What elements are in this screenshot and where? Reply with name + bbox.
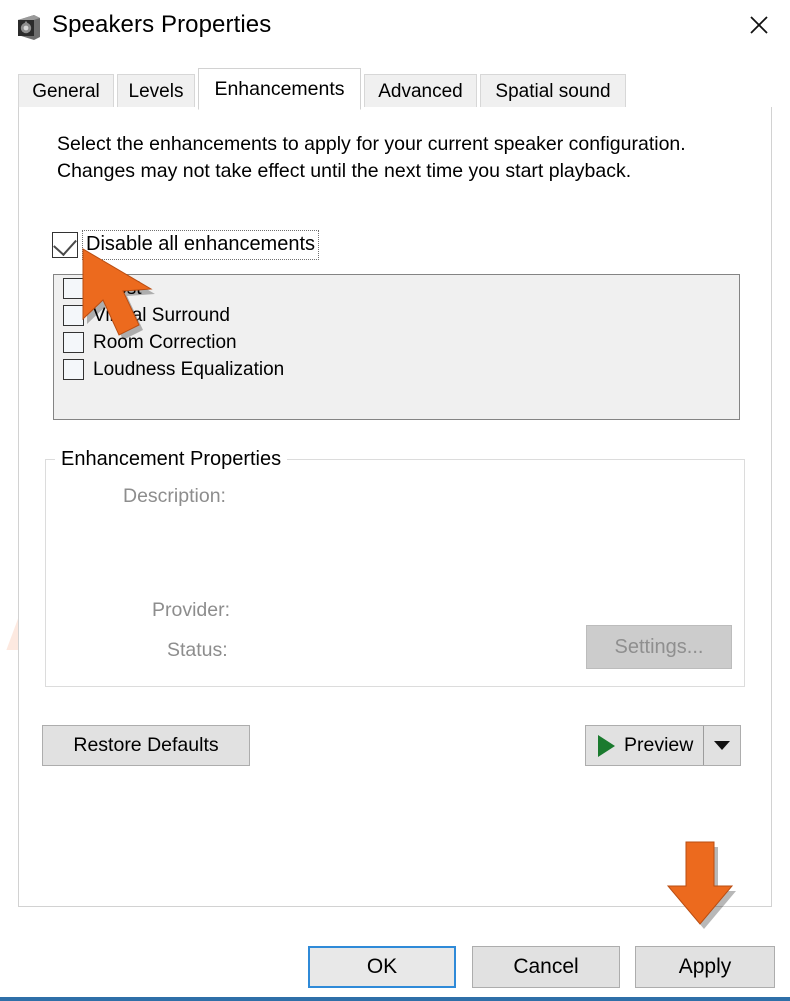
tab-enhancements[interactable]: Enhancements <box>198 68 361 110</box>
enhancements-panel: Select the enhancements to apply for you… <box>18 107 772 907</box>
close-icon[interactable] <box>728 0 790 50</box>
status-label: Status: <box>167 639 228 661</box>
title-bar: Speakers Properties <box>0 0 790 58</box>
list-item-label: Boost <box>93 277 142 299</box>
apply-button[interactable]: Apply <box>635 946 775 988</box>
checkbox-unchecked-icon <box>63 359 84 380</box>
tab-advanced[interactable]: Advanced <box>364 74 477 108</box>
tab-spatial-sound[interactable]: Spatial sound <box>480 74 626 108</box>
preview-button-label: Preview <box>624 734 694 756</box>
checkbox-checked-icon <box>52 231 78 258</box>
settings-button[interactable]: Settings... <box>586 625 732 669</box>
description-label: Description: <box>123 485 226 507</box>
chevron-down-icon <box>714 741 731 750</box>
cancel-button[interactable]: Cancel <box>472 946 620 988</box>
list-item[interactable]: Room Correction <box>54 329 739 356</box>
intro-text: Select the enhancements to apply for you… <box>57 133 686 182</box>
list-item-label: Loudness Equalization <box>93 358 285 380</box>
enhancements-list[interactable]: Boost Virtual Surround Room Correction L… <box>53 274 740 420</box>
window-title: Speakers Properties <box>52 11 272 38</box>
disable-all-enhancements-label: Disable all enhancements <box>82 230 320 260</box>
provider-label: Provider: <box>152 599 231 621</box>
checkbox-unchecked-icon <box>63 278 84 299</box>
list-item-label: Virtual Surround <box>93 304 230 326</box>
list-item[interactable]: Boost <box>54 275 739 302</box>
disable-all-enhancements-checkbox[interactable]: Disable all enhancements <box>52 230 320 260</box>
checkbox-unchecked-icon <box>63 332 84 353</box>
restore-defaults-button[interactable]: Restore Defaults <box>42 725 250 766</box>
enhancement-properties-legend: Enhancement Properties <box>55 448 288 471</box>
list-item[interactable]: Virtual Surround <box>54 302 739 329</box>
play-icon <box>598 734 615 757</box>
speaker-icon <box>14 13 44 43</box>
tab-general[interactable]: General <box>18 74 114 108</box>
speakers-properties-dialog: Speakers Properties General Levels Enhan… <box>0 0 790 1001</box>
list-item-label: Room Correction <box>93 331 237 353</box>
list-item[interactable]: Loudness Equalization <box>54 356 739 383</box>
preview-dropdown-button[interactable] <box>703 726 740 765</box>
preview-split-button: Preview <box>585 725 742 766</box>
ok-button[interactable]: OK <box>308 946 456 988</box>
tab-strip: General Levels Enhancements Advanced Spa… <box>18 68 772 110</box>
preview-button[interactable]: Preview <box>586 726 703 765</box>
tab-levels[interactable]: Levels <box>117 74 195 108</box>
checkbox-unchecked-icon <box>63 305 84 326</box>
